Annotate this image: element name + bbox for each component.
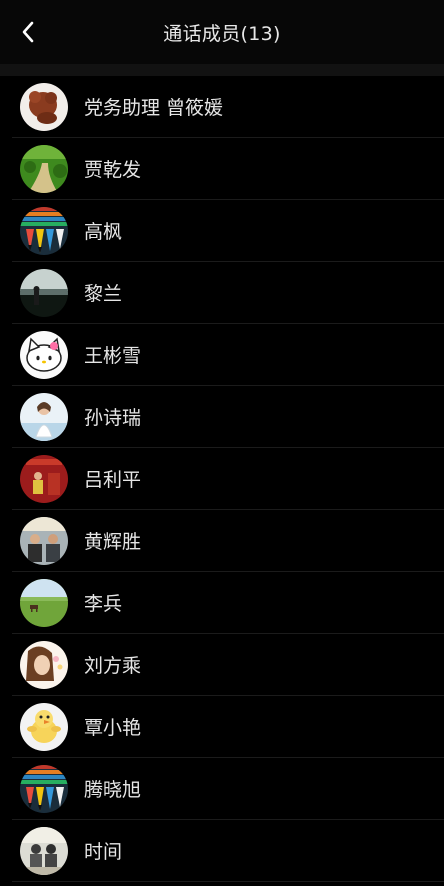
member-row[interactable]: 党务助理 曾筱媛 [12, 76, 444, 138]
member-name: 黎兰 [84, 283, 123, 305]
member-row[interactable]: 腾晓旭 [12, 758, 444, 820]
member-name: 吕利平 [84, 469, 142, 491]
avatar [20, 269, 68, 317]
member-name: 时间 [84, 841, 123, 863]
member-list: 党务助理 曾筱媛 贾乾发高枫黎兰王彬雪孙诗瑞吕利平黄辉胜李兵刘方乘覃小艳腾晓旭时间 [0, 76, 444, 882]
avatar [20, 83, 68, 131]
avatar [20, 765, 68, 813]
member-name: 王彬雪 [84, 345, 142, 367]
member-name: 贾乾发 [84, 159, 142, 181]
member-row[interactable]: 李兵 [12, 572, 444, 634]
avatar [20, 703, 68, 751]
avatar [20, 827, 68, 875]
member-row[interactable]: 刘方乘 [12, 634, 444, 696]
member-name: 腾晓旭 [84, 779, 142, 801]
member-row[interactable]: 孙诗瑞 [12, 386, 444, 448]
member-row[interactable]: 覃小艳 [12, 696, 444, 758]
member-name: 黄辉胜 [84, 531, 142, 553]
avatar [20, 579, 68, 627]
member-row[interactable]: 王彬雪 [12, 324, 444, 386]
member-name: 李兵 [84, 593, 123, 615]
member-row[interactable]: 黎兰 [12, 262, 444, 324]
member-name: 高枫 [84, 221, 123, 243]
member-name: 孙诗瑞 [84, 407, 142, 429]
member-name: 刘方乘 [84, 655, 142, 677]
back-button[interactable] [14, 18, 42, 46]
divider [0, 64, 444, 76]
avatar [20, 207, 68, 255]
page-title: 通话成员(13) [163, 22, 281, 45]
member-name: 覃小艳 [84, 717, 142, 739]
avatar [20, 455, 68, 503]
member-row[interactable]: 时间 [12, 820, 444, 882]
member-row[interactable]: 吕利平 [12, 448, 444, 510]
top-bar: 通话成员(13) [0, 0, 444, 64]
avatar [20, 145, 68, 193]
avatar [20, 331, 68, 379]
avatar [20, 393, 68, 441]
member-row[interactable]: 贾乾发 [12, 138, 444, 200]
member-row[interactable]: 黄辉胜 [12, 510, 444, 572]
chevron-left-icon [22, 21, 34, 43]
member-row[interactable]: 高枫 [12, 200, 444, 262]
member-name: 党务助理 曾筱媛 [84, 97, 224, 119]
avatar [20, 641, 68, 689]
avatar [20, 517, 68, 565]
